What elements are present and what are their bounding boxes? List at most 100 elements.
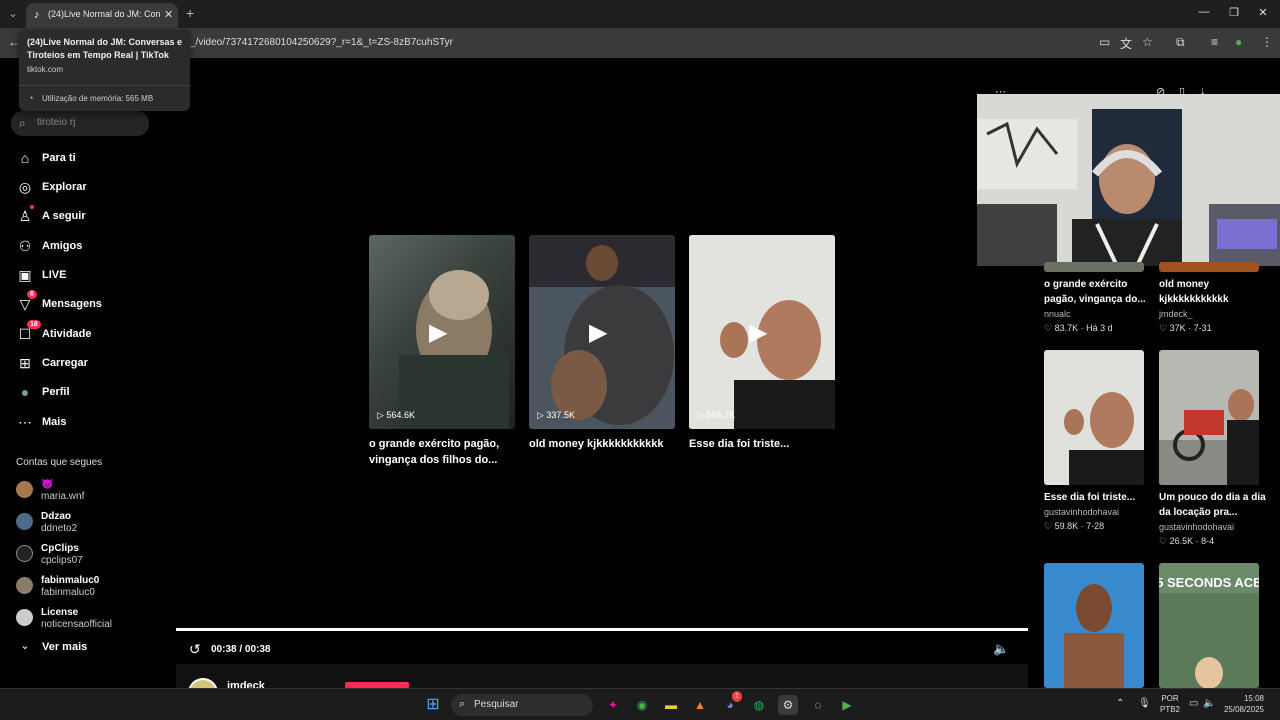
see-more-button[interactable]: ⌄ Ver mais	[16, 637, 156, 659]
network-icon[interactable]: ▭	[1189, 698, 1198, 709]
account-item[interactable]: CpClips cpclips07	[16, 541, 156, 569]
playback-time: 00:38 / 00:38	[211, 644, 271, 655]
account-name: CpClips	[41, 543, 79, 554]
nav-label: Amigos	[42, 240, 83, 252]
browser-tab[interactable]: ♪ (24)Live Normal do JM: Conver ✕	[26, 3, 178, 28]
browser-menu-icon[interactable]: ⋮	[1261, 35, 1273, 49]
selfie-thumbnail-art	[1064, 392, 1144, 485]
nav-item-carregar[interactable]: ⊞ Carregar	[16, 353, 156, 375]
related-user: gustavinhodohavai	[1044, 507, 1120, 517]
steam-icon[interactable]: ⚙	[778, 695, 798, 715]
avatar	[16, 481, 33, 498]
taskbar-search[interactable]: ⌕ Pesquisar	[451, 694, 593, 716]
nav-label: Atividade	[42, 328, 92, 340]
language-indicator[interactable]: POR PTB2	[1160, 693, 1180, 715]
windows-taskbar: ⊞ ⌕ Pesquisar ✦ ◉ ▬ ▲ ◕ 1 ◍ ⚙ ◌ ▶ ⌃ 🎙 POR…	[0, 688, 1280, 720]
translate-icon[interactable]: 文	[1120, 35, 1132, 52]
account-item[interactable]: Ddzao ddneto2	[16, 509, 156, 537]
views-value: 565.7K	[706, 410, 735, 420]
close-window-icon[interactable]: ✕	[1253, 6, 1273, 19]
search-input[interactable]: ⌕ tiroteio rj	[11, 111, 149, 136]
tab-search-icon[interactable]: ⌄	[4, 5, 22, 23]
nav-item-amigos[interactable]: ⚇ Amigos	[16, 236, 156, 258]
app-icon-2[interactable]: ◌	[808, 695, 828, 715]
video-title[interactable]: o grande exército pagão, vingança dos fi…	[369, 436, 515, 468]
tooltip-divider	[19, 85, 190, 86]
nav-item-mais[interactable]: ⋯ Mais	[16, 412, 156, 434]
account-item[interactable]: fabinmaluc0 fabinmaluc0	[16, 573, 156, 601]
related-user: jmdeck_	[1159, 309, 1193, 319]
app-icon[interactable]: ▲	[690, 695, 710, 715]
extensions-icon[interactable]: ⧉	[1176, 35, 1185, 50]
clock-date: 25/08/2025	[1223, 705, 1264, 714]
chevron-up-icon[interactable]: ⌃	[1116, 698, 1124, 709]
chrome-icon[interactable]: ◉	[632, 695, 652, 715]
file-explorer-icon[interactable]: ▬	[661, 695, 681, 715]
activity-badge: 18	[27, 320, 41, 329]
messages-badge: 6	[27, 290, 37, 299]
minimize-icon[interactable]: —	[1194, 6, 1214, 18]
likes: 26.5K	[1169, 536, 1194, 546]
following-icon: ♙	[18, 208, 32, 224]
url-field[interactable]: _/video/7374172680104250629?_r=1&_t=ZS-8…	[190, 37, 453, 48]
tooltip-domain: tiktok.com	[27, 65, 64, 74]
related-stats: ♡ 83.7K · Há 3 d	[1044, 323, 1113, 333]
nav-label: A seguir	[42, 210, 86, 222]
related-title: old money kjkkkkkkkkkkk	[1159, 279, 1229, 305]
profile-icon: ●	[20, 384, 30, 400]
related-thumbnail	[1044, 563, 1144, 688]
play-icon: ▶	[589, 319, 608, 346]
nav-label: Perfil	[42, 386, 70, 398]
app-icon-3[interactable]: ▶	[837, 695, 857, 715]
replay-icon[interactable]: ↺	[189, 641, 201, 658]
nav-item-live[interactable]: ▣ LIVE	[16, 265, 156, 287]
video-title[interactable]: Esse dia foi triste...	[689, 436, 835, 452]
account-name: License	[41, 607, 79, 618]
date: 7-28	[1086, 521, 1105, 531]
tooltip-memory: Utilização de memória: 565 MB	[42, 94, 154, 103]
account-item[interactable]: License noticensaofficial	[16, 605, 156, 633]
webcam-feed	[977, 94, 1280, 266]
windows-start-icon[interactable]: ⊞	[423, 695, 443, 715]
views-count: ▷ 565.7K	[697, 410, 735, 420]
video-progress-bar[interactable]	[176, 628, 1028, 631]
clock[interactable]: 15:08 25/08/2025	[1214, 693, 1264, 715]
related-thumbnail	[1159, 350, 1259, 485]
maximize-icon[interactable]: ❐	[1224, 6, 1244, 19]
nav-item-explorar[interactable]: ◎ Explorar	[16, 177, 156, 199]
nav-item-mensagens[interactable]: ▽ 6 Mensagens	[16, 290, 156, 316]
tooltip-title: (24)Live Normal do JM: Conversas e Tirot…	[27, 37, 183, 60]
copilot-icon[interactable]: ✦	[603, 695, 623, 715]
profile-avatar-icon[interactable]: ●	[1235, 35, 1242, 49]
play-icon: ▶	[749, 319, 768, 346]
nav-item-a-seguir[interactable]: ♙ A seguir	[16, 205, 156, 228]
home-icon: ⌂	[20, 150, 30, 166]
tab-close-icon[interactable]: ✕	[164, 8, 173, 21]
tab-hover-card: (24)Live Normal do JM: Conversas e Tirot…	[19, 30, 190, 111]
nav-item-para-ti[interactable]: ⌂ Para ti	[16, 148, 156, 170]
video-title[interactable]: old money kjkkkkkkkkkkk	[529, 436, 675, 452]
media-controls-icon[interactable]: ≡	[1211, 35, 1218, 49]
account-item[interactable]: 😈 maria.wnf	[16, 477, 156, 505]
microphone-icon[interactable]: 🎙	[1138, 698, 1151, 709]
discord-badge: 1	[732, 691, 742, 702]
nav-item-atividade[interactable]: ☐ 18 Atividade	[16, 320, 156, 346]
nav-label: Para ti	[42, 152, 76, 164]
bookmark-star-icon[interactable]: ☆	[1142, 35, 1153, 49]
related-user: nnualc	[1044, 309, 1071, 319]
account-user: noticensaofficial	[41, 619, 112, 630]
taskbar-search-text: Pesquisar	[474, 699, 519, 710]
likes: 59.8K	[1054, 521, 1079, 531]
discord-icon[interactable]: ◕ 1	[720, 691, 742, 715]
compass-icon: ◎	[18, 179, 32, 195]
live-icon: ▣	[18, 267, 32, 283]
date: 7-31	[1193, 323, 1212, 333]
nav-item-perfil[interactable]: ● Perfil	[16, 382, 156, 404]
views-value: 337.5K	[546, 410, 575, 420]
cast-icon[interactable]: ▭	[1099, 35, 1110, 49]
account-name: 😈	[41, 479, 54, 490]
account-user: fabinmaluc0	[41, 587, 95, 598]
new-tab-icon[interactable]: +	[186, 5, 194, 21]
spotify-icon[interactable]: ◍	[749, 695, 769, 715]
volume-icon[interactable]: 🔈	[993, 641, 1009, 657]
